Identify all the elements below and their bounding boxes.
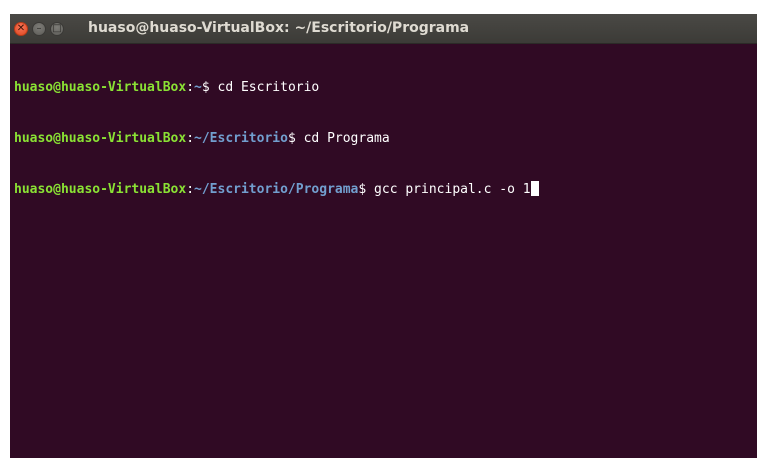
close-icon[interactable]: ✕ [14,22,28,36]
prompt-colon: : [186,80,195,95]
title-bar[interactable]: ✕ – □ huaso@huaso-VirtualBox: ~/Escritor… [10,14,757,44]
window-title: huaso@huaso-VirtualBox: ~/Escritorio/Pro… [88,20,470,36]
terminal-window: ✕ – □ huaso@huaso-VirtualBox: ~/Escritor… [10,14,757,458]
command-text: cd Escritorio [217,80,320,95]
minimize-icon[interactable]: – [32,22,46,36]
command-input[interactable]: gcc principal.c -o 1 [374,182,531,197]
prompt-path: ~ [194,80,202,95]
terminal-line-current[interactable]: huaso@huaso-VirtualBox:~/Escritorio/Prog… [14,181,757,198]
prompt-path: ~/Escritorio [194,131,288,146]
prompt-symbol: $ [358,182,375,197]
prompt-symbol: $ [201,80,218,95]
prompt-path: ~/Escritorio/Programa [194,182,359,197]
text-cursor [530,181,539,196]
prompt-colon: : [186,131,195,146]
terminal-output[interactable]: huaso@huaso-VirtualBox:~$ cd Escritorio … [14,45,757,458]
prompt-colon: : [186,182,195,197]
terminal-line: huaso@huaso-VirtualBox:~/Escritorio$ cd … [14,130,757,147]
command-text: cd Programa [303,131,390,146]
prompt-user-host: huaso@huaso-VirtualBox [14,131,187,146]
maximize-icon[interactable]: □ [50,22,64,36]
prompt-user-host: huaso@huaso-VirtualBox [14,80,187,95]
terminal-line: huaso@huaso-VirtualBox:~$ cd Escritorio [14,79,757,96]
prompt-user-host: huaso@huaso-VirtualBox [14,182,187,197]
prompt-symbol: $ [287,131,304,146]
